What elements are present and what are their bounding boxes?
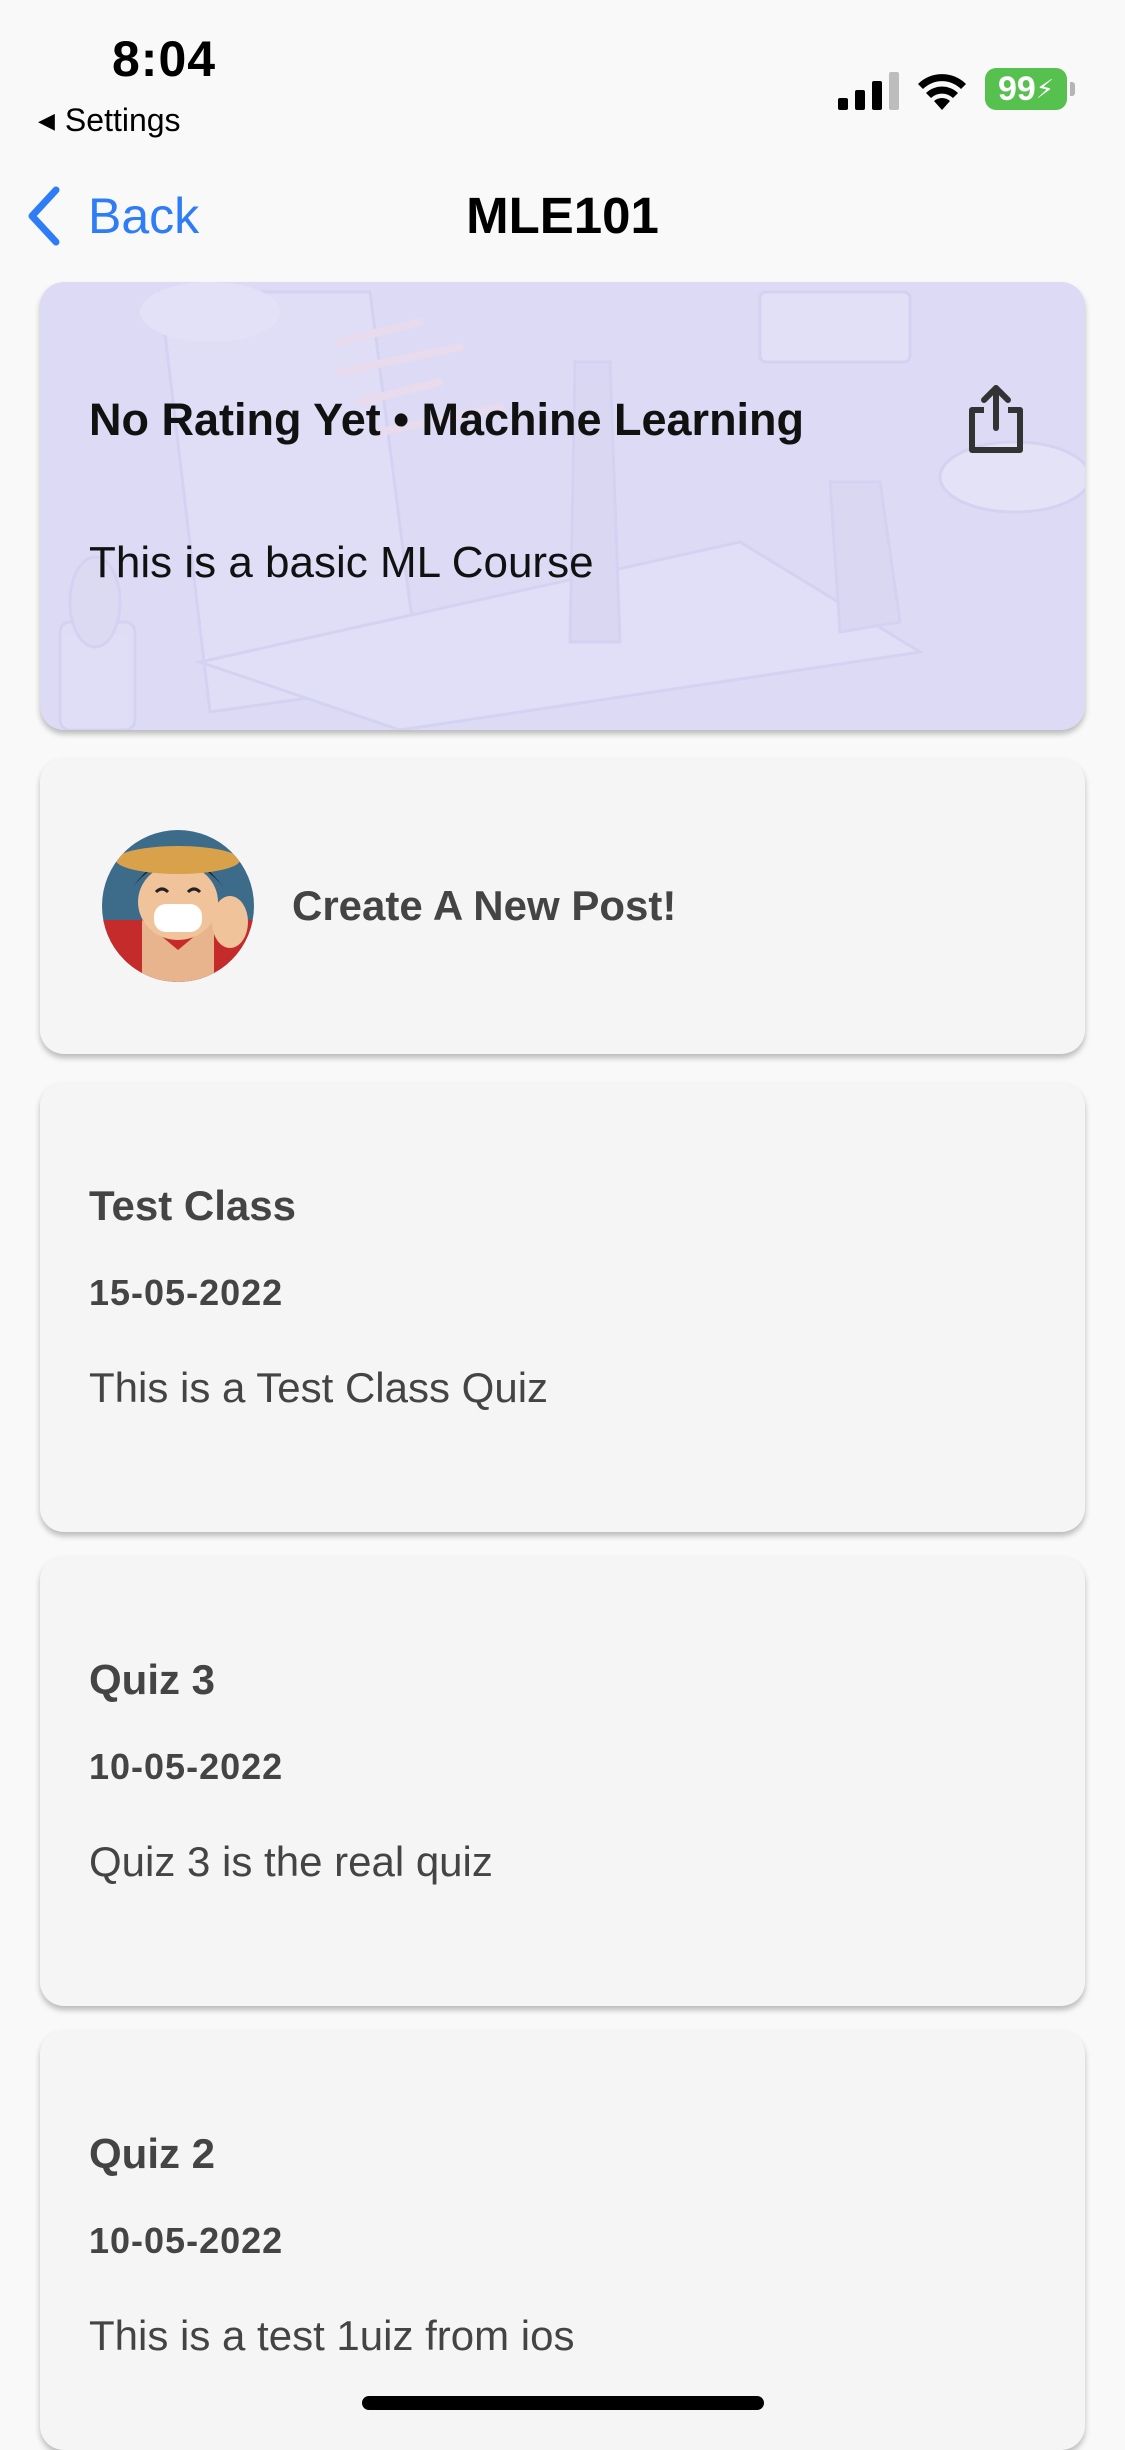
post-description: Quiz 3 is the real quiz: [89, 1838, 493, 1885]
cellular-signal-icon: [838, 72, 899, 110]
post-card[interactable]: Quiz 3 10-05-2022 Quiz 3 is the real qui…: [40, 1556, 1085, 2006]
post-card[interactable]: Quiz 2 10-05-2022 This is a test 1uiz fr…: [40, 2030, 1085, 2450]
back-triangle-icon: ◀: [38, 107, 55, 133]
post-description: This is a test 1uiz from ios: [89, 2312, 575, 2359]
course-description: This is a basic ML Course: [89, 538, 594, 587]
post-description: This is a Test Class Quiz: [89, 1364, 549, 1411]
post-date: 10-05-2022: [89, 2220, 284, 2261]
navigation-bar: Back MLE101: [0, 170, 1125, 260]
post-date: 10-05-2022: [89, 1746, 284, 1787]
home-indicator[interactable]: [362, 2396, 764, 2410]
post-card[interactable]: Test Class 15-05-2022 This is a Test Cla…: [40, 1082, 1085, 1532]
battery-icon: 99 ⚡: [985, 68, 1075, 110]
post-date: 15-05-2022: [89, 1272, 284, 1313]
battery-level: 99: [997, 69, 1036, 108]
course-info-card: No Rating Yet • Machine Learning This is…: [40, 282, 1085, 730]
post-title: Quiz 3: [89, 1656, 216, 1703]
avatar: [102, 830, 254, 982]
wifi-icon: [918, 74, 966, 110]
status-bar: 8:04 ◀ Settings 99 ⚡: [0, 0, 1125, 138]
post-title: Test Class: [89, 1182, 296, 1229]
back-to-app-label: Settings: [64, 102, 181, 138]
back-to-app-link[interactable]: ◀ Settings: [38, 102, 181, 139]
page-title: MLE101: [466, 187, 659, 244]
course-rating-category: No Rating Yet • Machine Learning: [89, 394, 805, 445]
create-post-card[interactable]: Create A New Post!: [40, 758, 1085, 1054]
post-title: Quiz 2: [89, 2130, 216, 2177]
course-illustration: [58, 282, 1085, 730]
create-post-label: Create A New Post!: [292, 882, 677, 929]
status-time: 8:04: [112, 31, 217, 87]
share-icon[interactable]: [962, 382, 1030, 454]
